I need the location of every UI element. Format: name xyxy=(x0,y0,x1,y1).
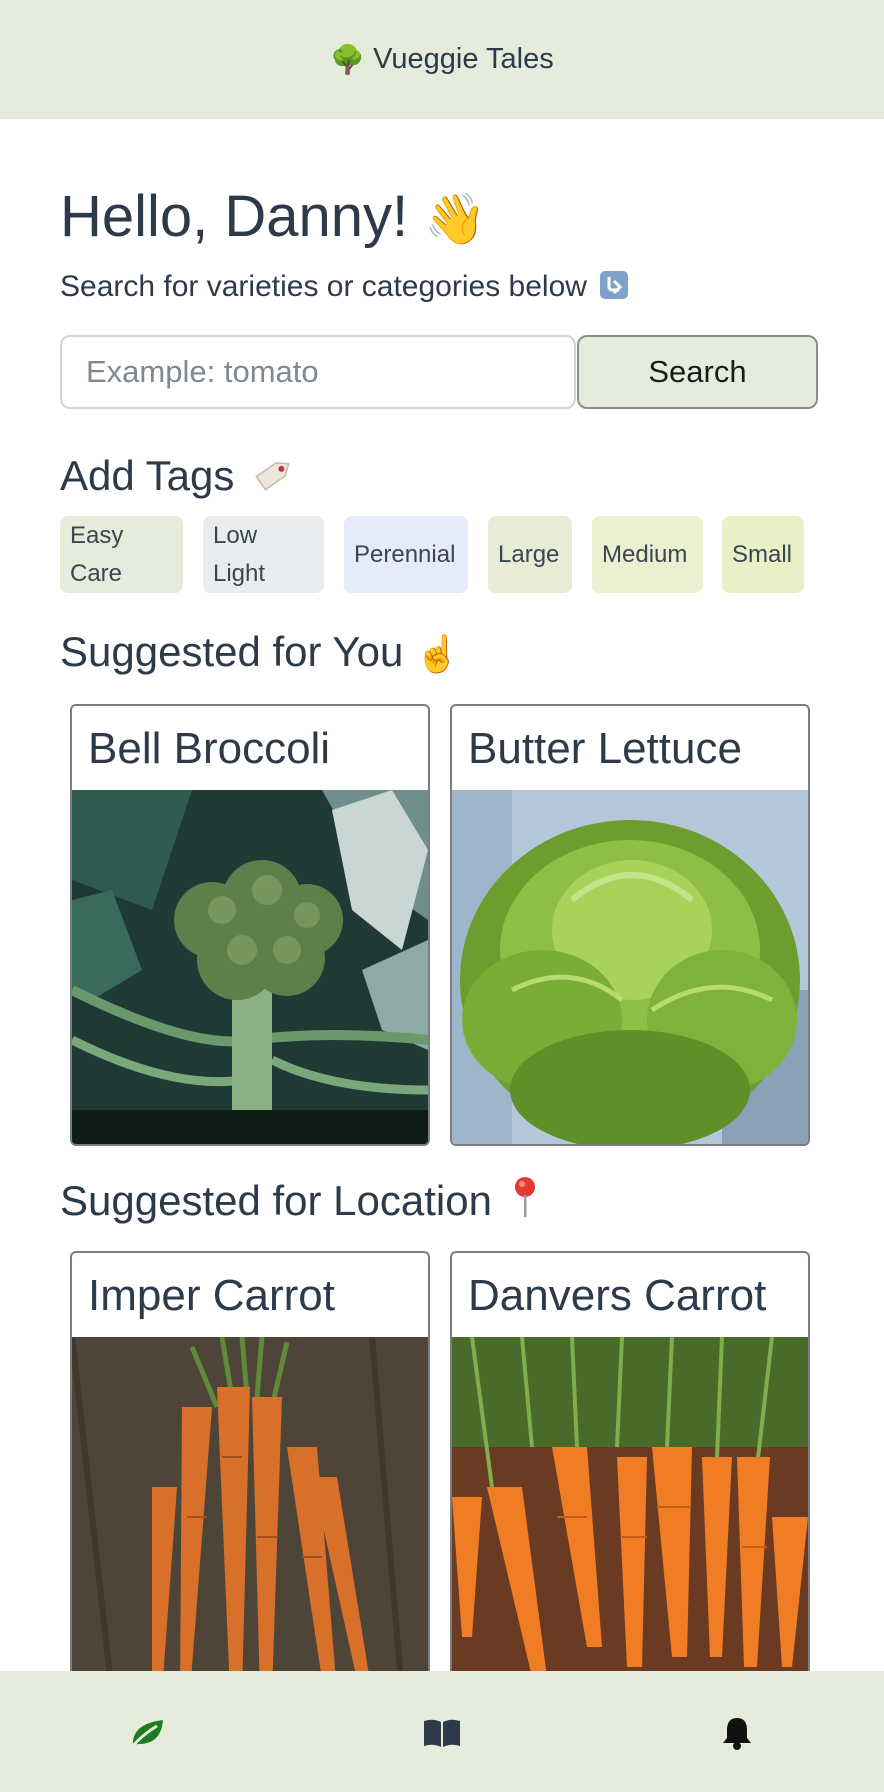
plant-card-title: Butter Lettuce xyxy=(468,724,742,773)
app-title: Vueggie Tales xyxy=(373,43,554,75)
plant-card-imper-carrot[interactable]: Imper Carrot xyxy=(70,1251,430,1693)
waving-hand-icon: 👋 xyxy=(424,191,487,247)
nav-home-button[interactable] xyxy=(125,1711,169,1755)
plant-card-title: Danvers Carrot xyxy=(468,1271,767,1320)
leaf-icon xyxy=(129,1720,163,1749)
greeting-heading: Hello, Danny! 👋 xyxy=(60,183,487,250)
search-button[interactable]: Search xyxy=(577,335,818,409)
tag-easy-care[interactable]: Easy Care xyxy=(60,516,183,593)
carrot-bunch-photo xyxy=(72,1337,428,1691)
suggested-for-you-title: Suggested for You xyxy=(60,628,404,675)
nav-library-button[interactable] xyxy=(420,1711,464,1755)
add-tags-heading: Add Tags xyxy=(60,452,296,506)
tag-large[interactable]: Large xyxy=(488,516,572,593)
tag-low-light[interactable]: Low Light xyxy=(203,516,324,593)
app-header: 🌳 Vueggie Tales xyxy=(0,0,884,119)
down-arrow-box-icon xyxy=(599,270,629,308)
plant-card-title: Bell Broccoli xyxy=(88,724,331,773)
suggested-for-you-heading: Suggested for You ☝️ xyxy=(60,628,460,676)
plant-card-danvers-carrot[interactable]: Danvers Carrot xyxy=(450,1251,810,1693)
add-tags-title: Add Tags xyxy=(60,452,235,499)
search-instructions: Search for varieties or categories below xyxy=(60,270,629,308)
plant-card-title: Imper Carrot xyxy=(88,1271,335,1320)
search-input[interactable] xyxy=(60,335,576,409)
tag-small[interactable]: Small xyxy=(722,516,804,593)
broccoli-photo xyxy=(72,790,428,1144)
carrots-row-photo xyxy=(452,1337,808,1691)
suggested-for-location-title: Suggested for Location xyxy=(60,1177,492,1224)
nav-notifications-button[interactable] xyxy=(715,1711,759,1755)
lettuce-photo xyxy=(452,790,808,1144)
bottom-navigation xyxy=(0,1671,884,1792)
tag-medium[interactable]: Medium xyxy=(592,516,703,593)
tree-icon: 🌳 xyxy=(330,44,366,75)
book-icon xyxy=(424,1719,460,1747)
plant-card-butter-lettuce[interactable]: Butter Lettuce xyxy=(450,704,810,1146)
suggested-for-location-heading: Suggested for Location xyxy=(60,1175,540,1229)
tag-label-icon xyxy=(252,452,296,506)
pointing-up-hand-icon: ☝️ xyxy=(414,633,460,674)
bell-icon xyxy=(723,1718,751,1750)
greeting-text: Hello, Danny! xyxy=(60,184,409,249)
tag-perennial[interactable]: Perennial xyxy=(344,516,468,593)
search-instructions-text: Search for varieties or categories below xyxy=(60,270,587,303)
plant-card-bell-broccoli[interactable]: Bell Broccoli xyxy=(70,704,430,1146)
map-pin-icon xyxy=(510,1175,540,1229)
